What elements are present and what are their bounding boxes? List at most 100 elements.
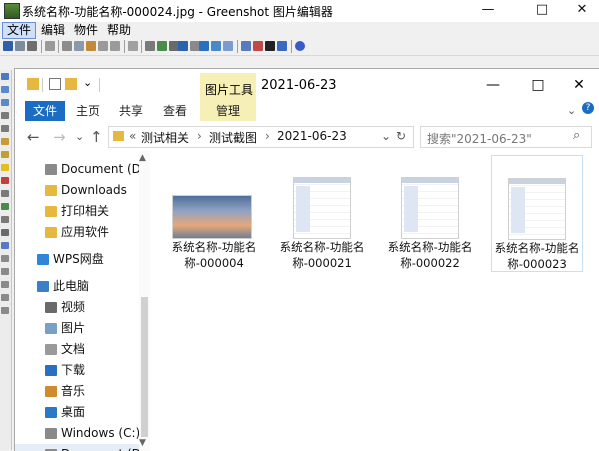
- menu-file[interactable]: 文件: [2, 22, 37, 39]
- menu-help[interactable]: 帮助: [103, 23, 135, 38]
- fill-color-icon[interactable]: [1, 242, 9, 249]
- office-icon[interactable]: [277, 41, 287, 51]
- copy-icon[interactable]: [74, 41, 84, 51]
- export-icon[interactable]: [253, 41, 263, 51]
- cut-icon[interactable]: [62, 41, 72, 51]
- resize-icon[interactable]: [157, 41, 167, 51]
- menu-object[interactable]: 物件: [70, 23, 102, 38]
- redo-icon[interactable]: [110, 41, 120, 51]
- zoom-icon[interactable]: [1, 294, 9, 301]
- thumbnail-detail: [402, 178, 458, 183]
- nav-pane-item[interactable]: 此电脑: [15, 276, 139, 296]
- explorer-maximize-button[interactable]: □: [515, 73, 561, 97]
- file-item[interactable]: 系统名称-功能名 称-000021: [277, 155, 367, 270]
- nav-pane-item[interactable]: Downloads: [15, 180, 139, 200]
- printer-icon[interactable]: [265, 41, 275, 51]
- file-item[interactable]: 系统名称-功能名 称-000004: [169, 155, 259, 270]
- line-color-icon[interactable]: [1, 255, 9, 262]
- nav-pane-item[interactable]: 打印相关: [15, 201, 139, 221]
- address-bar[interactable]: « 测试相关 › 测试截图 › 2021-06-23 ⌄ ↻: [108, 126, 414, 148]
- help-icon[interactable]: [295, 41, 305, 51]
- nav-pane-item[interactable]: 下载: [15, 360, 139, 380]
- new-folder-icon[interactable]: [65, 78, 77, 90]
- shadow-toggle-icon[interactable]: [1, 281, 9, 288]
- nav-pane-item[interactable]: 文档: [15, 339, 139, 359]
- ellipse-tool-icon[interactable]: [1, 99, 9, 106]
- file-item[interactable]: 系统名称-功能名 称-000022: [385, 155, 475, 270]
- rectangle-tool-icon[interactable]: [1, 86, 9, 93]
- crop-tool-icon[interactable]: [1, 216, 9, 223]
- thickness-icon[interactable]: [1, 268, 9, 275]
- toolbar-separator: [124, 40, 125, 53]
- quick-access-dropdown-icon[interactable]: ⌄: [83, 76, 92, 89]
- help-icon[interactable]: ?: [582, 102, 594, 114]
- settings-icon[interactable]: [128, 41, 138, 51]
- breadcrumb-overflow[interactable]: «: [129, 129, 136, 143]
- cursor-tool-icon[interactable]: [1, 73, 9, 80]
- clipboard-icon[interactable]: [15, 41, 25, 51]
- nav-pane-item[interactable]: WPS网盘: [15, 249, 139, 269]
- close-button[interactable]: ✕: [560, 0, 599, 22]
- refresh-icon[interactable]: ↻: [396, 129, 406, 143]
- nav-pane-item[interactable]: Document (D:): [15, 159, 150, 179]
- nav-pane-scrollbar[interactable]: ▲ ▼: [139, 151, 150, 451]
- nav-pane-item[interactable]: 图片: [15, 318, 139, 338]
- breadcrumb-item[interactable]: 测试相关: [141, 129, 189, 146]
- scroll-up-arrow[interactable]: ▲: [139, 153, 146, 163]
- tab-home[interactable]: 主页: [76, 101, 100, 121]
- file-name-line: 称-000004: [184, 256, 244, 270]
- menu-edit[interactable]: 编辑: [37, 23, 69, 38]
- print-icon[interactable]: [27, 41, 37, 51]
- shadow-icon[interactable]: [211, 41, 221, 51]
- arrow-tool-icon[interactable]: [1, 125, 9, 132]
- align-icon[interactable]: [1, 307, 9, 314]
- search-box[interactable]: 搜索"2021-06-23" ⌕: [420, 126, 592, 148]
- scrollbar-thumb[interactable]: [141, 297, 148, 437]
- nav-pane-item[interactable]: Windows (C:): [15, 423, 140, 443]
- tab-manage[interactable]: 管理: [200, 101, 256, 123]
- address-dropdown-icon[interactable]: ⌄: [381, 129, 391, 143]
- freehand-tool-icon[interactable]: [1, 138, 9, 145]
- tab-file[interactable]: 文件: [25, 101, 65, 121]
- properties-icon[interactable]: [49, 78, 61, 90]
- nav-pane-item[interactable]: 应用软件: [15, 222, 139, 242]
- tab-view[interactable]: 查看: [163, 101, 187, 121]
- up-button[interactable]: ↑: [90, 128, 103, 146]
- breadcrumb-item[interactable]: 2021-06-23: [277, 129, 347, 143]
- crop-icon[interactable]: [145, 41, 155, 51]
- upload-icon[interactable]: [241, 41, 251, 51]
- forward-button[interactable]: →: [53, 128, 66, 146]
- highlight-tool-icon[interactable]: [1, 164, 9, 171]
- delete-icon[interactable]: [45, 41, 55, 51]
- file-item[interactable]: 系统名称-功能名 称-000023: [491, 155, 583, 272]
- nav-pane-item-label: WPS网盘: [53, 252, 104, 266]
- save-icon[interactable]: [3, 41, 13, 51]
- breadcrumb-item[interactable]: 测试截图: [209, 129, 257, 146]
- thumbnail-detail: [294, 178, 350, 183]
- torn-edge-icon[interactable]: [223, 41, 233, 51]
- music-icon: [45, 386, 57, 397]
- explorer-minimize-button[interactable]: —: [470, 73, 516, 97]
- scroll-down-arrow[interactable]: ▼: [139, 438, 146, 448]
- effect-icon[interactable]: [199, 41, 209, 51]
- line-tool-icon[interactable]: [1, 112, 9, 119]
- nav-pane-item[interactable]: 音乐: [15, 381, 139, 401]
- recent-locations-button[interactable]: ⌄: [75, 130, 84, 143]
- counter-tool-icon[interactable]: [1, 177, 9, 184]
- image-tool-icon[interactable]: [1, 229, 9, 236]
- back-button[interactable]: ←: [27, 128, 40, 146]
- minimize-button[interactable]: —: [466, 0, 510, 22]
- drive-icon: [45, 428, 57, 439]
- border-icon[interactable]: [178, 41, 188, 51]
- obfuscate-tool-icon[interactable]: [1, 203, 9, 210]
- explorer-close-button[interactable]: ✕: [556, 73, 599, 97]
- maximize-button[interactable]: □: [520, 0, 564, 22]
- undo-icon[interactable]: [98, 41, 108, 51]
- text-tool-icon[interactable]: [1, 151, 9, 158]
- nav-pane-item[interactable]: 桌面: [15, 402, 139, 422]
- ribbon-expand-icon[interactable]: ⌄: [567, 104, 576, 117]
- paste-icon[interactable]: [86, 41, 96, 51]
- speechbubble-tool-icon[interactable]: [1, 190, 9, 197]
- tab-share[interactable]: 共享: [119, 101, 143, 121]
- nav-pane-item[interactable]: 视频: [15, 297, 139, 317]
